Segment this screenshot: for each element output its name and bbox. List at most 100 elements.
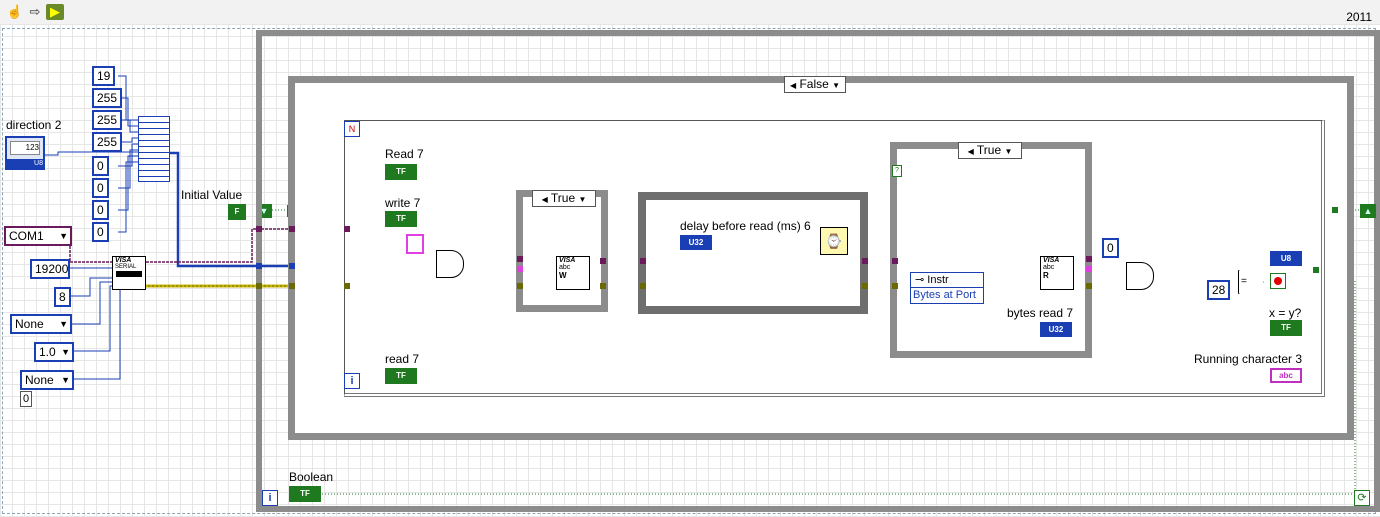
running-char-terminal[interactable]: abc — [1270, 368, 1302, 383]
tunnel — [600, 283, 606, 289]
boolean-label: Boolean — [289, 470, 334, 484]
tunnel — [256, 263, 262, 269]
chevron-down-icon[interactable]: ▼ — [61, 344, 70, 360]
select-node[interactable] — [436, 250, 464, 278]
chevron-down-icon: ▼ — [832, 81, 841, 90]
read7b-terminal[interactable]: TF — [385, 368, 417, 384]
inner-iteration-terminal: i — [344, 373, 360, 389]
xy-terminal[interactable]: TF — [1270, 320, 1302, 336]
array-const-0[interactable]: 19 — [92, 66, 116, 86]
small-zero-constant[interactable]: 0 — [20, 391, 32, 407]
u8-indicator[interactable]: U8 — [1270, 251, 1302, 266]
array-const-2[interactable]: 255 — [92, 110, 123, 130]
outer-case-selector[interactable]: ◀ False ▼ — [784, 76, 846, 93]
tunnel — [862, 283, 868, 289]
key-icon: ⊸ — [915, 274, 925, 286]
parity-value: None — [15, 317, 44, 331]
direction-label: direction 2 — [6, 118, 62, 132]
read-case-selector-terminal: ? — [892, 165, 902, 177]
com-port-constant[interactable]: COM1 ▼ — [4, 226, 72, 246]
tunnel — [892, 283, 898, 289]
chevron-down-icon[interactable]: ▼ — [59, 316, 68, 332]
stop-bits-constant[interactable]: 1.0 ▼ — [34, 342, 74, 362]
baud-rate-constant[interactable]: 19200 — [30, 259, 70, 279]
outer-iteration-terminal: i — [262, 490, 278, 506]
tunnel — [289, 263, 295, 269]
instr-label: Instr — [927, 274, 949, 286]
tunnel — [1313, 267, 1319, 273]
toolbar: ☝ ⇨ ▶ 2011 — [0, 0, 1380, 25]
tunnel — [892, 258, 898, 264]
run-arrow-icon[interactable]: ⇨ — [26, 4, 44, 20]
flow-control-value: None — [25, 373, 54, 387]
direction-value: 123 — [10, 141, 40, 155]
bytes-read-terminal[interactable]: U32 — [1040, 322, 1072, 337]
array-const-4[interactable]: 0 — [92, 156, 109, 176]
block-diagram[interactable]: 19 255 255 255 0 0 0 0 direction 2 123 U… — [0, 24, 1380, 517]
tunnel — [1332, 207, 1338, 213]
tunnel — [1086, 266, 1092, 272]
array-const-1[interactable]: 255 — [92, 88, 123, 108]
stop-icon[interactable] — [1270, 273, 1286, 289]
chevron-left-icon: ◀ — [967, 147, 974, 156]
data-bits-constant[interactable]: 8 — [54, 287, 71, 307]
string-constant[interactable] — [406, 234, 424, 254]
tunnel — [1086, 256, 1092, 262]
visa-configure-serial-node[interactable]: VISA SERIAL — [112, 256, 146, 290]
write-case-structure[interactable] — [516, 190, 608, 312]
tunnel — [344, 283, 350, 289]
chevron-down-icon[interactable]: ▼ — [59, 228, 68, 244]
bytes-read-label: bytes read 7 — [1007, 306, 1074, 320]
build-array-node[interactable] — [138, 116, 170, 182]
chevron-left-icon: ◀ — [541, 195, 548, 204]
initial-value-label: Initial Value — [181, 188, 243, 202]
read7-terminal[interactable]: TF — [385, 164, 417, 180]
visa-write-node[interactable]: VISA abc W — [556, 256, 590, 290]
tunnel — [640, 283, 646, 289]
chevron-down-icon: ▼ — [578, 195, 587, 204]
boolean-terminal[interactable]: TF — [289, 486, 321, 502]
select-node-2[interactable] — [1126, 262, 1154, 290]
tunnel — [600, 258, 606, 264]
loop-condition-icon[interactable]: ⟳ — [1354, 490, 1370, 506]
read7-label: Read 7 — [385, 147, 424, 161]
read7b-label: read 7 — [385, 352, 420, 366]
array-const-7[interactable]: 0 — [92, 222, 109, 242]
stop-bits-value: 1.0 — [39, 345, 56, 359]
run-continuously-icon[interactable]: ▶ — [46, 4, 64, 20]
flow-control-constant[interactable]: None ▼ — [20, 370, 74, 390]
chevron-down-icon: ▼ — [1004, 147, 1013, 156]
write-case-selector[interactable]: ◀ True ▼ — [532, 190, 596, 207]
tunnel — [289, 283, 295, 289]
tunnel — [862, 258, 868, 264]
write7-terminal[interactable]: TF — [385, 211, 417, 227]
read-case-selector[interactable]: ◀ True ▼ — [958, 142, 1022, 159]
parity-constant[interactable]: None ▼ — [10, 314, 72, 334]
tunnel — [256, 226, 262, 232]
tunnel — [289, 226, 295, 232]
hand-tool-icon[interactable]: ☝ — [6, 4, 24, 20]
stop-condition-icon[interactable]: N — [344, 121, 360, 137]
array-const-5[interactable]: 0 — [92, 178, 109, 198]
xy-label: x = y? — [1269, 306, 1302, 320]
chevron-down-icon[interactable]: ▼ — [61, 372, 70, 388]
running-char-label: Running character 3 — [1194, 352, 1303, 366]
zero-constant[interactable]: 0 — [1102, 238, 1119, 258]
wait-timer-icon[interactable]: ⌚ — [820, 227, 848, 255]
visa-read-node[interactable]: VISA abc R — [1040, 256, 1074, 290]
com-port-value: COM1 — [9, 229, 44, 243]
bytes-at-port-label: Bytes at Port — [913, 289, 976, 301]
delay-terminal[interactable]: U32 — [680, 235, 712, 250]
tunnel — [1086, 283, 1092, 289]
property-node[interactable]: ⊸ Instr Bytes at Port — [910, 272, 984, 304]
chevron-left-icon: ◀ — [789, 81, 797, 90]
array-const-6[interactable]: 0 — [92, 200, 109, 220]
tunnel — [517, 266, 523, 272]
direction-control[interactable]: 123 U8 — [5, 136, 45, 170]
array-const-3[interactable]: 255 — [92, 132, 123, 152]
direction-type: U8 — [7, 159, 43, 168]
write7-label: write 7 — [385, 196, 421, 210]
initial-value-constant[interactable]: F — [228, 204, 246, 220]
compare-constant[interactable]: 28 — [1207, 280, 1231, 300]
version-year: 2011 — [1346, 10, 1372, 24]
